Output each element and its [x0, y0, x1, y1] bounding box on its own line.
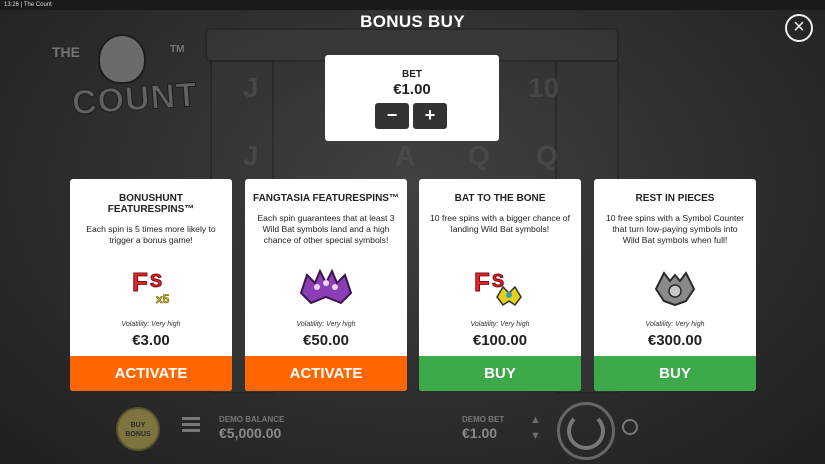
bonus-card-bonushunt: BONUSHUNT FEATURESPINS™ Each spin is 5 t…	[70, 179, 232, 391]
fs-x5-icon: F S x5	[132, 267, 170, 307]
bonus-card-bat-to-the-bone: BAT TO THE BONE 10 free spins with a big…	[419, 179, 581, 391]
card-title: BONUSHUNT FEATURESPINS™	[107, 193, 195, 215]
menu-icon[interactable]	[182, 417, 200, 433]
card-price: €300.00	[647, 332, 703, 349]
card-title: REST IN PIECES	[635, 193, 715, 204]
buy-bonus-button[interactable]: BUY BONUS	[116, 407, 160, 451]
activate-button[interactable]: ACTIVATE	[70, 356, 232, 391]
card-price: €3.00	[132, 332, 170, 349]
window-time: 13:26	[4, 2, 20, 8]
svg-text:S: S	[150, 271, 162, 291]
bet-value-bottom: €1.00	[462, 425, 498, 441]
window-titlebar: 13:26 | The Count	[0, 0, 825, 10]
multiplier-label: x5	[156, 292, 170, 306]
card-title: FANGTASIA FEATURESPINS™	[253, 193, 399, 204]
bet-value: €1.00	[393, 81, 431, 98]
window-title: The Count	[23, 2, 52, 8]
activate-button[interactable]: ACTIVATE	[245, 356, 407, 391]
card-volatility: Volatility: Very high	[470, 321, 530, 328]
bet-arrows[interactable]: ▲ ▼	[530, 412, 541, 444]
bonus-card-rest-in-pieces: REST IN PIECES 10 free spins with a Symb…	[594, 179, 756, 391]
close-icon: ×	[793, 16, 805, 38]
card-description: Each spin guarantees that at least 3 Wil…	[257, 213, 395, 245]
card-description: Each spin is 5 times more likely to trig…	[86, 224, 216, 245]
bet-decrease-button[interactable]: −	[375, 103, 409, 129]
purple-bats-icon	[299, 268, 353, 305]
buy-button[interactable]: BUY	[594, 356, 756, 391]
balance-label: DEMO BALANCE	[219, 415, 285, 424]
card-description: 10 free spins with a bigger chance of la…	[430, 213, 570, 234]
svg-text:F: F	[132, 267, 148, 297]
fs-bat-icon: F S	[474, 267, 522, 307]
buy-button[interactable]: BUY	[419, 356, 581, 391]
close-button[interactable]: ×	[785, 14, 813, 42]
autoplay-icon[interactable]	[622, 419, 638, 435]
chevron-down-icon[interactable]: ▼	[530, 428, 541, 444]
bet-label-bottom: DEMO BET	[462, 415, 505, 424]
spin-icon	[567, 412, 605, 450]
card-volatility: Volatility: Very high	[296, 321, 356, 328]
bet-panel: BET €1.00 − +	[325, 55, 499, 141]
card-price: €50.00	[303, 332, 349, 349]
bonus-card-fangtasia: FANGTASIA FEATURESPINS™ Each spin guaran…	[245, 179, 407, 391]
svg-text:F: F	[474, 267, 490, 297]
bonus-buy-title: BONUS BUY	[360, 12, 465, 31]
card-title: BAT TO THE BONE	[454, 193, 546, 204]
card-price: €100.00	[472, 332, 528, 349]
bet-increase-button[interactable]: +	[413, 103, 447, 129]
buy-bonus-label: BUY BONUS	[125, 422, 151, 438]
card-volatility: Volatility: Very high	[645, 321, 705, 328]
bet-label: BET	[402, 69, 422, 80]
card-volatility: Volatility: Very high	[121, 321, 181, 328]
card-description: 10 free spins with a Symbol Counter that…	[605, 213, 745, 245]
grey-bat-icon	[654, 271, 696, 307]
balance-value: €5,000.00	[219, 425, 282, 441]
chevron-up-icon[interactable]: ▲	[530, 412, 541, 428]
